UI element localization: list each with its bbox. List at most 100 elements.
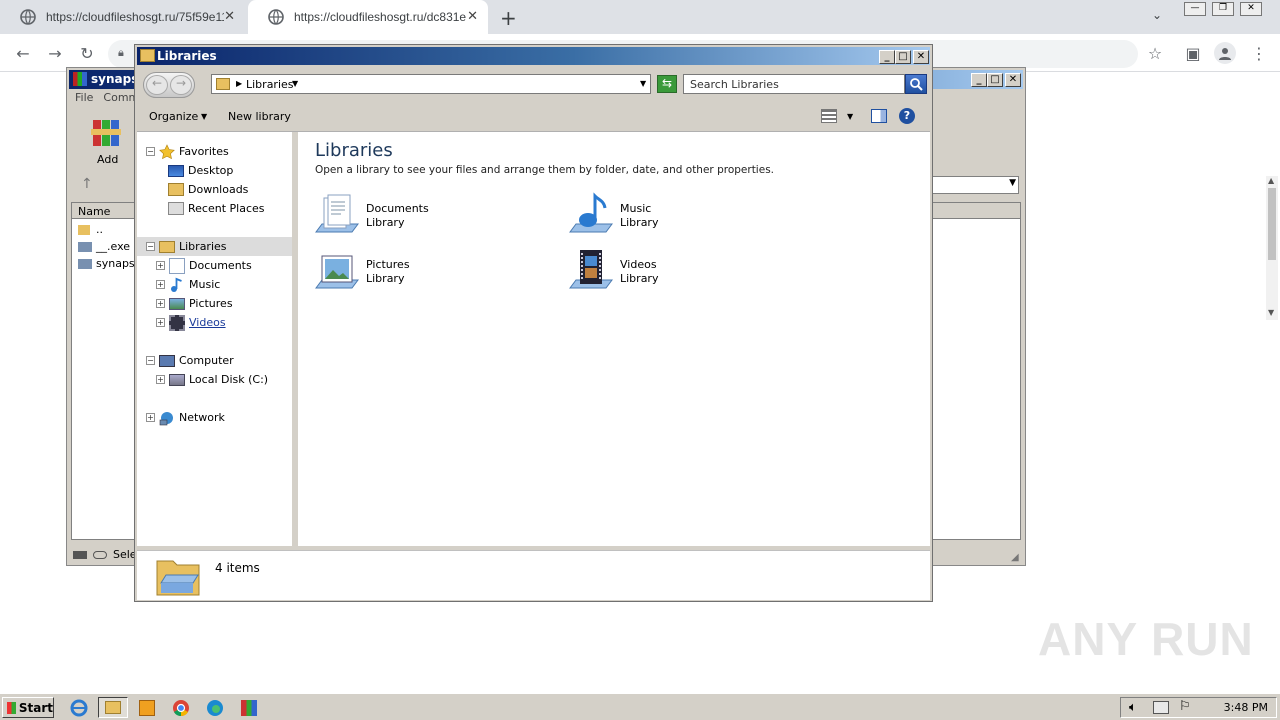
library-music[interactable]: Music Library xyxy=(568,192,658,240)
address-field[interactable]: ▶ Libraries ▼ ▼ xyxy=(211,74,651,94)
winrar-minimize-button[interactable]: _ xyxy=(971,73,987,87)
side-panel-icon[interactable]: ▣ xyxy=(1178,34,1208,72)
new-tab-button[interactable]: + xyxy=(500,6,517,30)
view-options-icon[interactable] xyxy=(821,109,837,123)
address-dropdown-icon[interactable]: ▼ xyxy=(640,79,646,88)
expand-icon[interactable]: + xyxy=(156,280,165,289)
nav-local-disk[interactable]: + Local Disk (C:) xyxy=(137,370,268,389)
network-status-icon[interactable] xyxy=(1153,701,1169,714)
help-icon[interactable]: ? xyxy=(899,108,915,124)
nav-favorites[interactable]: − Favorites xyxy=(137,142,292,161)
explorer-maximize-button[interactable]: □ xyxy=(895,50,911,64)
nav-music[interactable]: + Music xyxy=(137,275,220,294)
refresh-icon[interactable]: ⇆ xyxy=(657,75,677,93)
collapse-icon[interactable]: − xyxy=(146,356,155,365)
preview-pane-icon[interactable] xyxy=(871,109,887,123)
winrar-taskbar-icon[interactable] xyxy=(234,697,264,718)
libraries-folder-large-icon xyxy=(156,560,200,596)
close-tab-icon[interactable]: ✕ xyxy=(467,9,478,24)
action-center-flag-icon[interactable]: ⚐ xyxy=(1179,699,1191,714)
globe-icon xyxy=(268,9,284,25)
explorer-window: Libraries _ □ ✕ ← → ▶ Libraries ▼ ▼ ⇆ Se… xyxy=(134,44,933,602)
winrar-path-dropdown[interactable]: ▼ xyxy=(927,176,1019,194)
libraries-folder-icon xyxy=(140,49,155,62)
back-arrow-icon[interactable]: ← xyxy=(8,34,38,72)
winrar-maximize-button[interactable]: □ xyxy=(987,73,1003,87)
bookmark-star-icon[interactable]: ☆ xyxy=(1140,34,1170,72)
tab-title: https://cloudfileshosgt.ru/75f59e11c xyxy=(46,10,224,24)
winrar-close-button[interactable]: ✕ xyxy=(1005,73,1021,87)
page-scrollbar[interactable]: ▲ ▼ xyxy=(1266,176,1278,320)
list-item[interactable]: .. xyxy=(78,223,103,236)
explorer-title: Libraries xyxy=(157,49,217,63)
start-button[interactable]: Start xyxy=(2,697,54,718)
menu-file[interactable]: File xyxy=(75,91,93,104)
chevron-down-icon[interactable]: ▼ xyxy=(201,112,207,121)
nav-computer[interactable]: − Computer xyxy=(137,351,234,370)
library-videos[interactable]: Videos Library xyxy=(568,248,658,296)
up-arrow-icon[interactable]: ↑ xyxy=(81,176,93,192)
resize-grip-icon[interactable]: ◢ xyxy=(1011,552,1019,563)
list-item[interactable]: __.exe xyxy=(78,240,130,253)
nav-pictures[interactable]: + Pictures xyxy=(137,294,233,313)
add-label: Add xyxy=(97,153,119,166)
media-player-icon[interactable] xyxy=(132,697,162,718)
search-input[interactable]: Search Libraries xyxy=(683,74,905,94)
tab-search-chevron-icon[interactable]: ⌄ xyxy=(1152,8,1162,22)
winrar-add-icon[interactable] xyxy=(89,116,123,152)
nav-recent-places[interactable]: Recent Places xyxy=(137,199,265,218)
breadcrumb-arrow-icon[interactable]: ▶ xyxy=(236,79,242,88)
breadcrumb-arrow-icon[interactable]: ▼ xyxy=(292,79,298,88)
explorer-minimize-button[interactable]: _ xyxy=(879,50,895,64)
expand-icon[interactable]: + xyxy=(156,375,165,384)
new-library-button[interactable]: New library xyxy=(228,110,291,123)
internet-explorer-icon[interactable] xyxy=(64,697,94,718)
drive-icon xyxy=(73,551,87,559)
minimize-button[interactable]: — xyxy=(1184,2,1206,16)
profile-avatar-icon[interactable] xyxy=(1214,42,1236,64)
edge-icon[interactable] xyxy=(200,697,230,718)
nav-downloads[interactable]: Downloads xyxy=(137,180,248,199)
scroll-up-icon[interactable]: ▲ xyxy=(1268,176,1274,185)
breadcrumb-libraries[interactable]: Libraries xyxy=(246,78,294,91)
nav-documents[interactable]: + Documents xyxy=(137,256,252,275)
nav-libraries[interactable]: − Libraries xyxy=(137,237,292,256)
library-documents[interactable]: Documents Library xyxy=(314,192,429,240)
search-icon[interactable] xyxy=(905,74,927,94)
play-icon xyxy=(139,699,155,716)
volume-icon[interactable]: 🔈︎ xyxy=(1129,700,1137,715)
nav-videos[interactable]: + Videos xyxy=(137,313,226,332)
back-button[interactable]: ← xyxy=(146,75,168,95)
chrome-icon[interactable] xyxy=(166,697,196,718)
collapse-icon[interactable]: − xyxy=(146,147,155,156)
browser-tab-2[interactable]: https://cloudfileshosgt.ru/dc831eb2 ✕ xyxy=(248,0,488,34)
nav-network[interactable]: + Network xyxy=(137,408,225,427)
chevron-down-icon[interactable]: ▼ xyxy=(847,112,853,121)
expand-icon[interactable]: + xyxy=(156,318,165,327)
nav-desktop[interactable]: Desktop xyxy=(137,161,233,180)
collapse-icon[interactable]: − xyxy=(146,242,155,251)
expand-icon[interactable]: + xyxy=(156,261,165,270)
folder-icon xyxy=(105,701,121,714)
close-tab-icon[interactable]: ✕ xyxy=(224,9,235,24)
videos-film-icon xyxy=(169,314,185,331)
expand-icon[interactable]: + xyxy=(146,413,155,422)
winrar-logo-icon xyxy=(73,72,87,86)
browser-tab-1[interactable]: https://cloudfileshosgt.ru/75f59e11c ✕ xyxy=(0,0,245,34)
explorer-close-button[interactable]: ✕ xyxy=(913,50,929,64)
expand-icon[interactable]: + xyxy=(156,299,165,308)
pictures-library-icon xyxy=(315,255,359,289)
organize-button[interactable]: Organize xyxy=(149,110,198,123)
close-button[interactable]: ✕ xyxy=(1240,2,1262,16)
menu-kebab-icon[interactable]: ⋮ xyxy=(1244,34,1274,72)
explorer-taskbar-icon[interactable] xyxy=(98,697,128,718)
list-item[interactable]: synapse xyxy=(78,257,141,270)
libraries-folder-icon xyxy=(159,240,175,253)
forward-button[interactable]: → xyxy=(170,75,192,95)
libraries-folder-icon xyxy=(216,78,230,90)
scrollbar-thumb[interactable] xyxy=(1268,188,1276,260)
scroll-down-icon[interactable]: ▼ xyxy=(1268,308,1274,317)
navigation-pane: − Favorites Desktop Downloads Recent Pla… xyxy=(137,132,295,546)
library-pictures[interactable]: Pictures Library xyxy=(314,248,410,296)
restore-button[interactable]: ❐ xyxy=(1212,2,1234,16)
